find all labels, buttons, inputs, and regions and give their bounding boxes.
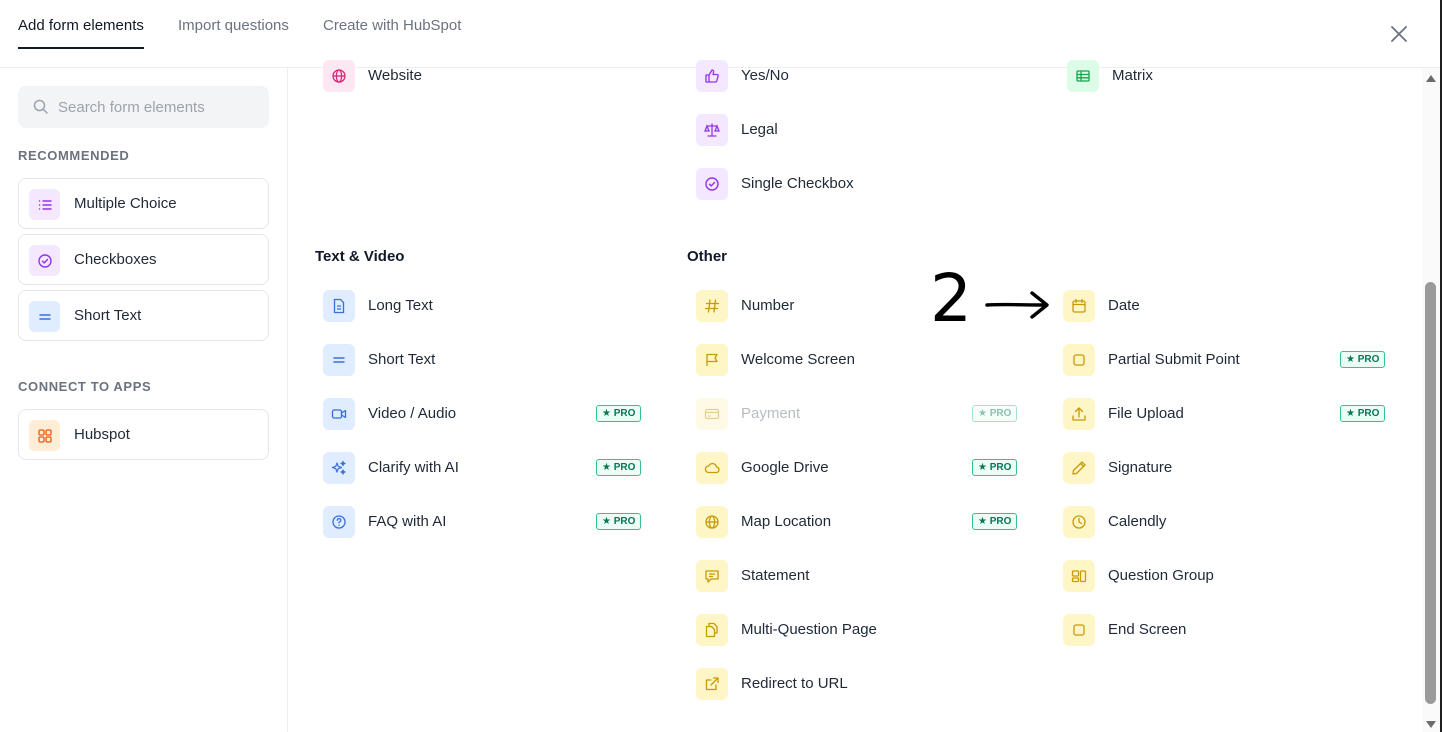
element-label: Matrix (1112, 67, 1153, 84)
recommended-label: Multiple Choice (74, 195, 177, 212)
square-icon (1063, 344, 1095, 376)
card-icon (696, 398, 728, 430)
text-video-heading: Text & Video (315, 248, 405, 265)
square-icon (1063, 614, 1095, 646)
element-label: Statement (741, 567, 810, 584)
element-label: Partial Submit Point (1108, 351, 1240, 368)
clock-icon (1063, 506, 1095, 538)
search-icon (33, 99, 48, 114)
element-label: Website (368, 67, 422, 84)
tab-import-questions[interactable]: Import questions (178, 17, 289, 49)
sidebar: RECOMMENDED Multiple Choice Checkboxes S… (0, 68, 288, 732)
recommended-short-text[interactable]: Short Text (18, 290, 269, 341)
scrollbar-thumb[interactable] (1425, 282, 1436, 704)
tab-create-with-hubspot[interactable]: Create with HubSpot (323, 17, 461, 49)
scroll-down-icon[interactable] (1425, 720, 1437, 730)
element-label: Yes/No (741, 67, 789, 84)
pro-badge: ★ PRO (596, 405, 642, 422)
pro-badge: ★ PRO (972, 513, 1018, 530)
element-label: Calendly (1108, 513, 1167, 530)
scale-icon (696, 114, 728, 146)
elements-panel: Website Yes/No Legal Single Checkbox Mat… (288, 60, 1422, 732)
element-label: Video / Audio (368, 405, 457, 422)
app-hubspot[interactable]: Hubspot (18, 409, 269, 460)
pro-badge: ★ PRO (1340, 405, 1386, 422)
app-label: Hubspot (74, 426, 130, 443)
element-label: Clarify with AI (368, 459, 459, 476)
pro-badge: ★ PRO (972, 405, 1018, 422)
flag-icon (696, 344, 728, 376)
video-icon (323, 398, 355, 430)
group-icon (1063, 560, 1095, 592)
pro-badge: ★ PRO (972, 459, 1018, 476)
element-label: Short Text (368, 351, 436, 368)
element-label: Date (1108, 297, 1140, 314)
element-label: Signature (1108, 459, 1173, 476)
other-heading: Other (687, 248, 728, 265)
search-input[interactable] (58, 86, 263, 128)
element-label: Redirect to URL (741, 675, 848, 692)
equals-icon (29, 301, 60, 332)
tab-add-form-elements[interactable]: Add form elements (18, 17, 144, 49)
element-label: Question Group (1108, 567, 1214, 584)
element-label: Number (741, 297, 795, 314)
element-label: File Upload (1108, 405, 1184, 422)
message-icon (696, 560, 728, 592)
element-label: Multi-Question Page (741, 621, 877, 638)
element-label: Google Drive (741, 459, 829, 476)
annotation-arrow-icon (985, 291, 1049, 319)
tab-bar: Add form elements Import questions Creat… (0, 0, 1442, 68)
element-label: FAQ with AI (368, 513, 447, 530)
element-label: Long Text (368, 297, 433, 314)
recommended-heading: RECOMMENDED (18, 148, 130, 163)
pro-badge: ★ PRO (1340, 351, 1386, 368)
element-label: End Screen (1108, 621, 1187, 638)
globe-icon (696, 506, 728, 538)
element-label: Welcome Screen (741, 351, 855, 368)
upload-icon (1063, 398, 1095, 430)
element-label: Legal (741, 121, 778, 138)
cloud-icon (696, 452, 728, 484)
pro-badge: ★ PRO (596, 459, 642, 476)
check-circle-icon (29, 245, 60, 276)
element-label: Payment (741, 405, 801, 422)
recommended-multiple-choice[interactable]: Multiple Choice (18, 178, 269, 229)
search-box (18, 86, 269, 128)
recommended-checkboxes[interactable]: Checkboxes (18, 234, 269, 285)
list-icon (29, 189, 60, 220)
equals-icon (323, 344, 355, 376)
pen-icon (1063, 452, 1095, 484)
globe-icon (323, 60, 355, 92)
form-elements-dialog: Add form elements Import questions Creat… (0, 0, 1442, 732)
recommended-label: Checkboxes (74, 251, 157, 268)
pages-icon (696, 614, 728, 646)
pro-badge: ★ PRO (596, 513, 642, 530)
calendar-icon (1063, 290, 1095, 322)
element-label: Map Location (741, 513, 832, 530)
close-icon[interactable] (1388, 23, 1410, 45)
scroll-up-icon[interactable] (1425, 73, 1437, 83)
document-icon (323, 290, 355, 322)
sparkle-icon (323, 452, 355, 484)
check-circle-icon (696, 168, 728, 200)
annotation-number: 2 (930, 260, 972, 337)
recommended-label: Short Text (74, 307, 142, 324)
thumbs-up-icon (696, 60, 728, 92)
grid-icon (29, 420, 60, 451)
question-icon (323, 506, 355, 538)
external-link-icon (696, 668, 728, 700)
table-icon (1067, 60, 1099, 92)
hash-icon (696, 290, 728, 322)
connect-to-apps-heading: CONNECT TO APPS (18, 379, 152, 394)
element-label: Single Checkbox (741, 175, 854, 192)
